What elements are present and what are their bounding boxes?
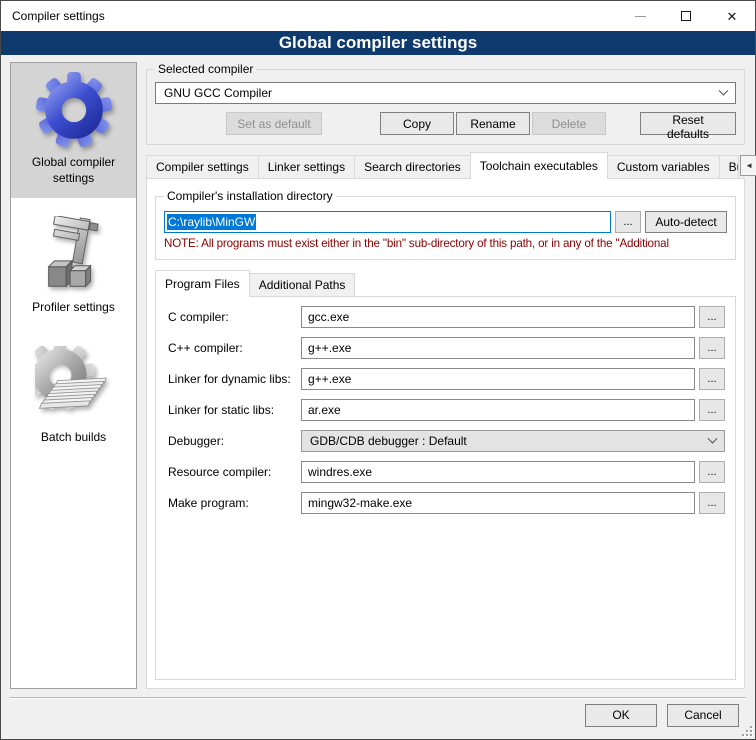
maximize-icon: [681, 11, 691, 21]
install-dir-note: NOTE: All programs must exist either in …: [164, 237, 727, 250]
make-program-browse-button[interactable]: ...: [699, 492, 725, 514]
linker-dynamic-input[interactable]: [301, 368, 695, 390]
linker-static-label: Linker for static libs:: [168, 403, 301, 417]
close-icon: ✕: [727, 10, 738, 23]
close-button[interactable]: ✕: [709, 1, 755, 31]
tab-program-files[interactable]: Program Files: [155, 270, 250, 297]
reset-defaults-button[interactable]: Reset defaults: [640, 112, 736, 135]
caliper-icon: [35, 216, 113, 294]
ok-button[interactable]: OK: [585, 704, 657, 727]
linker-dynamic-browse-button[interactable]: ...: [699, 368, 725, 390]
tab-linker-settings[interactable]: Linker settings: [258, 155, 355, 178]
dialog-body: Global compiler settings: [1, 55, 755, 697]
c-compiler-label: C compiler:: [168, 310, 301, 324]
install-dir-group: Compiler's installation directory C:\ray…: [155, 189, 736, 260]
set-as-default-button[interactable]: Set as default: [226, 112, 322, 135]
toolchain-executables-page: Compiler's installation directory C:\ray…: [146, 178, 745, 689]
tab-compiler-settings[interactable]: Compiler settings: [146, 155, 259, 178]
field-row: Make program: ...: [168, 492, 725, 514]
auto-detect-button[interactable]: Auto-detect: [645, 211, 727, 233]
copy-button[interactable]: Copy: [380, 112, 454, 135]
sidebar-item-profiler-settings[interactable]: Profiler settings: [11, 208, 136, 328]
install-dir-group-label: Compiler's installation directory: [164, 189, 336, 203]
chevron-down-icon: [708, 433, 718, 443]
compiler-settings-tabs: Compiler settings Linker settings Search…: [146, 152, 745, 178]
resource-compiler-label: Resource compiler:: [168, 465, 301, 479]
dialog-header: Global compiler settings: [1, 31, 755, 55]
selected-compiler-group: Selected compiler GNU GCC Compiler Set a…: [146, 62, 745, 145]
sidebar-item-global-compiler-settings[interactable]: Global compiler settings: [11, 63, 136, 198]
sidebar-item-label: Global compiler settings: [13, 155, 134, 186]
field-row: Linker for static libs: ...: [168, 399, 725, 421]
tab-build-truncated[interactable]: Build: [719, 155, 739, 178]
linker-dynamic-label: Linker for dynamic libs:: [168, 372, 301, 386]
compiler-settings-dialog: Compiler settings ✕ Global compiler sett…: [0, 0, 756, 740]
selected-compiler-group-label: Selected compiler: [155, 62, 256, 76]
cancel-button[interactable]: Cancel: [667, 704, 739, 727]
settings-content: Selected compiler GNU GCC Compiler Set a…: [146, 62, 745, 689]
selected-compiler-value: GNU GCC Compiler: [164, 86, 720, 100]
selected-compiler-dropdown[interactable]: GNU GCC Compiler: [155, 82, 736, 104]
settings-category-list: Global compiler settings: [10, 62, 137, 689]
install-dir-row: C:\raylib\MinGW ... Auto-detect: [164, 211, 727, 233]
tab-search-directories[interactable]: Search directories: [354, 155, 471, 178]
maximize-button[interactable]: [663, 1, 709, 31]
delete-button[interactable]: Delete: [532, 112, 606, 135]
program-files-tabs: Program Files Additional Paths: [155, 270, 736, 296]
cpp-compiler-label: C++ compiler:: [168, 341, 301, 355]
tab-scroll-left-button[interactable]: ◄: [740, 155, 756, 176]
chevron-down-icon: [719, 85, 729, 95]
install-dir-input[interactable]: C:\raylib\MinGW: [164, 211, 611, 233]
c-compiler-browse-button[interactable]: ...: [699, 306, 725, 328]
debugger-dropdown[interactable]: GDB/CDB debugger : Default: [301, 430, 725, 452]
field-row: Resource compiler: ...: [168, 461, 725, 483]
debugger-value: GDB/CDB debugger : Default: [310, 434, 709, 448]
field-row: Linker for dynamic libs: ...: [168, 368, 725, 390]
titlebar: Compiler settings ✕: [1, 1, 755, 31]
minimize-icon: [635, 16, 646, 17]
tab-additional-paths[interactable]: Additional Paths: [249, 273, 356, 296]
sidebar-item-batch-builds[interactable]: Batch builds: [11, 338, 136, 458]
blue-gear-icon: [35, 71, 113, 149]
tab-toolchain-executables[interactable]: Toolchain executables: [470, 152, 608, 179]
sidebar-item-label: Profiler settings: [13, 300, 134, 316]
compiler-buttons-row: Set as default Copy Rename Delete Reset …: [155, 112, 736, 135]
rename-button[interactable]: Rename: [456, 112, 530, 135]
cpp-compiler-input[interactable]: [301, 337, 695, 359]
make-program-label: Make program:: [168, 496, 301, 510]
cpp-compiler-browse-button[interactable]: ...: [699, 337, 725, 359]
dialog-header-title: Global compiler settings: [279, 33, 477, 53]
install-dir-browse-button[interactable]: ...: [615, 211, 641, 233]
field-row: C++ compiler: ...: [168, 337, 725, 359]
resource-compiler-input[interactable]: [301, 461, 695, 483]
debugger-label: Debugger:: [168, 434, 301, 448]
minimize-button[interactable]: [617, 1, 663, 31]
window-controls: ✕: [617, 1, 755, 31]
install-dir-selected-text: C:\raylib\MinGW: [167, 214, 256, 230]
sidebar-item-label: Batch builds: [13, 430, 134, 446]
gray-gear-papers-icon: [35, 346, 113, 424]
dialog-footer: OK Cancel: [1, 699, 755, 739]
field-row: C compiler: ...: [168, 306, 725, 328]
tab-scroll-buttons: ◄ ►: [740, 155, 756, 176]
window-title: Compiler settings: [1, 9, 105, 23]
program-files-page: C compiler: ... C++ compiler: ... Linker…: [155, 296, 736, 680]
linker-static-browse-button[interactable]: ...: [699, 399, 725, 421]
tab-custom-variables[interactable]: Custom variables: [607, 155, 720, 178]
resize-grip[interactable]: [742, 726, 752, 736]
linker-static-input[interactable]: [301, 399, 695, 421]
make-program-input[interactable]: [301, 492, 695, 514]
c-compiler-input[interactable]: [301, 306, 695, 328]
field-row: Debugger: GDB/CDB debugger : Default: [168, 430, 725, 452]
resource-compiler-browse-button[interactable]: ...: [699, 461, 725, 483]
